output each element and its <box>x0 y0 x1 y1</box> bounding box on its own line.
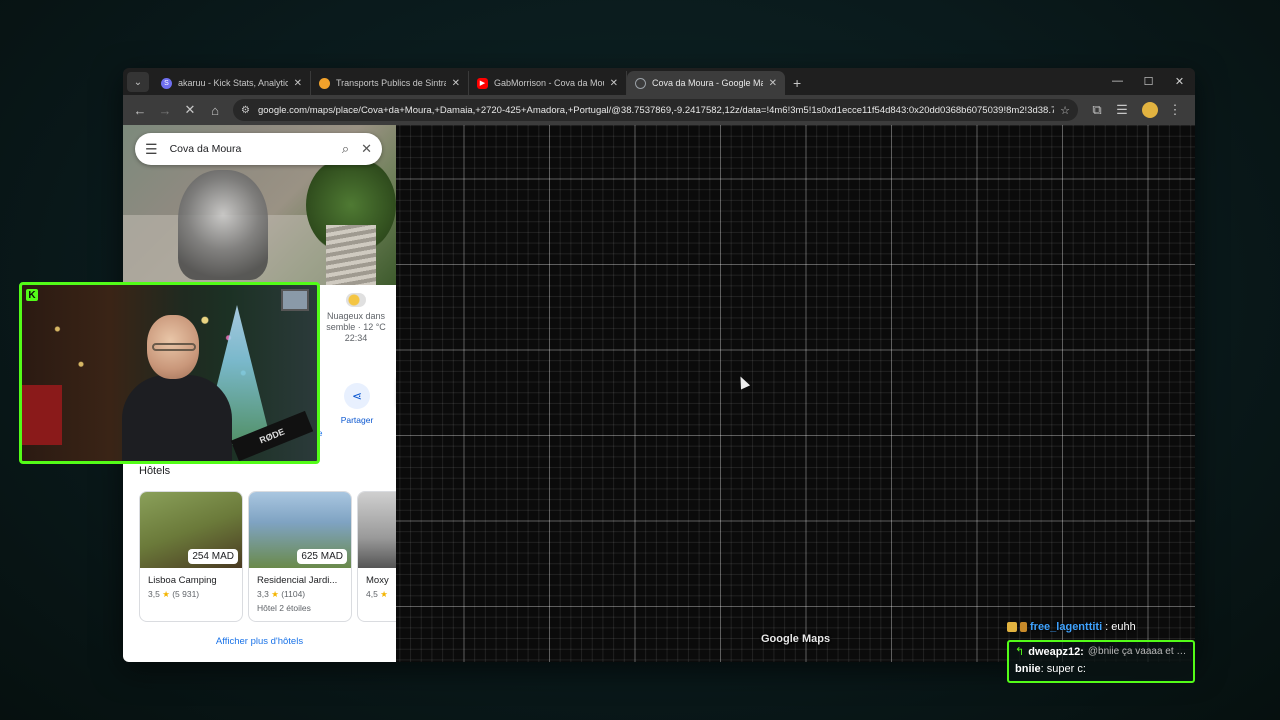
chat-message: free_lagenttiti : euhh <box>1007 621 1136 633</box>
profile-avatar[interactable] <box>1142 102 1158 118</box>
youtube-favicon-icon: ▶ <box>477 77 488 89</box>
browser-menu-icon[interactable]: ⋮ <box>1164 99 1186 121</box>
hotel-photo: 625 MAD <box>249 492 351 568</box>
hotel-price: 625 MAD <box>297 549 347 564</box>
partly-cloudy-icon <box>346 293 366 307</box>
reply-arrow-icon: ↰ <box>1015 646 1025 658</box>
maps-loading-icon <box>635 77 646 89</box>
url-text: google.com/maps/place/Cova+da+Moura,+Dam… <box>257 104 1055 116</box>
share-label: Partager <box>340 415 374 425</box>
close-tab-icon[interactable]: ✕ <box>452 78 460 89</box>
new-tab-button[interactable]: + <box>785 75 809 95</box>
chat-text: : euhh <box>1105 621 1136 633</box>
photo-stairs <box>326 225 376 285</box>
transports-favicon-icon <box>319 77 330 89</box>
chat-message: bniie: super c: <box>1015 663 1187 675</box>
rating-value: 3,3 <box>257 589 269 599</box>
weather-line1: Nuageux dans <box>326 311 386 321</box>
subscriber-badge-icon <box>1007 622 1017 632</box>
close-icon[interactable]: ✕ <box>361 141 372 157</box>
kick-logo-icon: K <box>26 289 38 301</box>
tab-kick-stats[interactable]: S akaruu - Kick Stats, Analytics an ✕ <box>153 71 311 95</box>
close-window-icon[interactable]: ✕ <box>1164 68 1195 94</box>
hotel-name: Moxy <box>366 575 389 586</box>
tab-title: Cova da Moura - Google Maps <box>652 78 763 88</box>
hotel-card[interactable]: Moxy 4,5 ★ <box>357 491 396 622</box>
hotel-name: Lisboa Camping <box>148 575 217 586</box>
tab-search-button[interactable]: ⌄ <box>127 72 149 92</box>
map-canvas[interactable]: Google Maps <box>396 125 1195 662</box>
bookmark-star-icon[interactable]: ☆ <box>1060 104 1070 117</box>
chat-reply-context: ↰ dweapz12: @bniie ça vaaaa et t... <box>1015 645 1187 659</box>
chat-highlight: ↰ dweapz12: @bniie ça vaaaa et t... bnii… <box>1007 640 1195 683</box>
extensions-icon[interactable]: ⧉ <box>1086 99 1108 121</box>
glasses <box>152 343 196 351</box>
home-icon[interactable]: ⌂ <box>204 99 226 121</box>
tab-title: GabMorrison - Cova da Moura <box>494 78 604 88</box>
back-icon[interactable]: ← <box>129 99 151 121</box>
weather-time: 22:34 <box>344 333 368 343</box>
wall-frame <box>281 289 309 311</box>
search-input[interactable]: Cova da Moura <box>170 143 330 155</box>
hotel-rating: 3,5 ★ (5 931) <box>148 589 242 600</box>
browser-toolbar: ← → ✕ ⌂ ⚙ google.com/maps/place/Cova+da+… <box>123 95 1195 125</box>
share-icon: ⋖ <box>344 383 370 409</box>
streamer <box>122 315 232 461</box>
star-icon: ★ <box>380 589 388 599</box>
google-maps-logo: Google Maps <box>761 633 831 645</box>
streamer-webcam: RØDE K <box>19 282 320 464</box>
chat-username: bniie <box>1015 663 1041 675</box>
chat-text: : super c: <box>1040 663 1086 675</box>
rating-value: 3,5 <box>148 589 160 599</box>
weather-line2: semble · 12 °C <box>326 322 386 332</box>
tab-youtube-gabmorrison[interactable]: ▶ GabMorrison - Cova da Moura ✕ <box>469 71 627 95</box>
stop-loading-icon[interactable]: ✕ <box>179 99 201 121</box>
menu-icon[interactable]: ☰ <box>145 141 158 158</box>
tab-title: akaruu - Kick Stats, Analytics an <box>178 78 288 88</box>
site-info-icon[interactable]: ⚙ <box>241 105 250 116</box>
reply-text: @bniie ça vaaaa et t... <box>1087 646 1187 657</box>
hotel-card[interactable]: 625 MAD Residencial Jardi... 3,3 ★ (1104… <box>248 491 352 622</box>
minimize-icon[interactable]: — <box>1102 68 1133 94</box>
forward-icon[interactable]: → <box>154 99 176 121</box>
hotel-class: Hôtel 2 étoiles <box>257 603 311 613</box>
review-count: (1104) <box>281 589 306 599</box>
hotel-card[interactable]: 254 MAD Lisboa Camping 3,5 ★ (5 931) <box>139 491 243 622</box>
tab-title: Transports Publics de Sintra, Po <box>336 78 446 88</box>
address-bar[interactable]: ⚙ google.com/maps/place/Cova+da+Moura,+D… <box>233 99 1078 121</box>
review-count: (5 931) <box>172 589 200 599</box>
hotel-photo: 254 MAD <box>140 492 242 568</box>
kick-stats-favicon-icon: S <box>161 77 172 89</box>
close-tab-icon[interactable]: ✕ <box>769 78 777 89</box>
share-button[interactable]: ⋖ Partager <box>339 383 375 425</box>
star-icon: ★ <box>162 589 170 599</box>
rating-value: 4,5 <box>366 589 378 599</box>
photo-mural <box>178 170 268 280</box>
tab-strip: ⌄ S akaruu - Kick Stats, Analytics an ✕ … <box>123 68 1195 95</box>
tab-google-maps[interactable]: Cova da Moura - Google Maps ✕ <box>627 71 785 95</box>
hotel-photo <box>358 492 396 568</box>
tab-transports-sintra[interactable]: Transports Publics de Sintra, Po ✕ <box>311 71 469 95</box>
star-icon: ★ <box>271 589 279 599</box>
hotel-rating: 3,3 ★ (1104) <box>257 589 351 600</box>
more-hotels-link[interactable]: Afficher plus d'hôtels <box>123 636 396 647</box>
hotel-name: Residencial Jardi... <box>257 575 338 586</box>
hotel-rating: 4,5 ★ <box>366 589 396 600</box>
reading-list-icon[interactable]: ☰ <box>1111 99 1133 121</box>
gift-box <box>22 385 62 445</box>
window-controls: — ☐ ✕ <box>1102 68 1195 94</box>
streamer-body <box>122 375 232 461</box>
close-tab-icon[interactable]: ✕ <box>294 78 302 89</box>
chat-username: free_lagenttiti <box>1030 621 1103 633</box>
weather-widget: Nuageux dans semble · 12 °C 22:34 <box>319 293 393 344</box>
hotel-price: 254 MAD <box>188 549 238 564</box>
gift-badge-icon <box>1020 622 1027 632</box>
search-icon[interactable]: ⌕ <box>342 141 349 157</box>
close-tab-icon[interactable]: ✕ <box>610 78 618 89</box>
mouse-cursor-icon <box>735 374 751 390</box>
hotels-heading: Hôtels <box>139 465 171 477</box>
maps-search-box[interactable]: ☰ Cova da Moura ⌕ ✕ <box>135 133 382 165</box>
reply-username: dweapz12: <box>1028 645 1084 658</box>
maximize-icon[interactable]: ☐ <box>1133 68 1164 94</box>
